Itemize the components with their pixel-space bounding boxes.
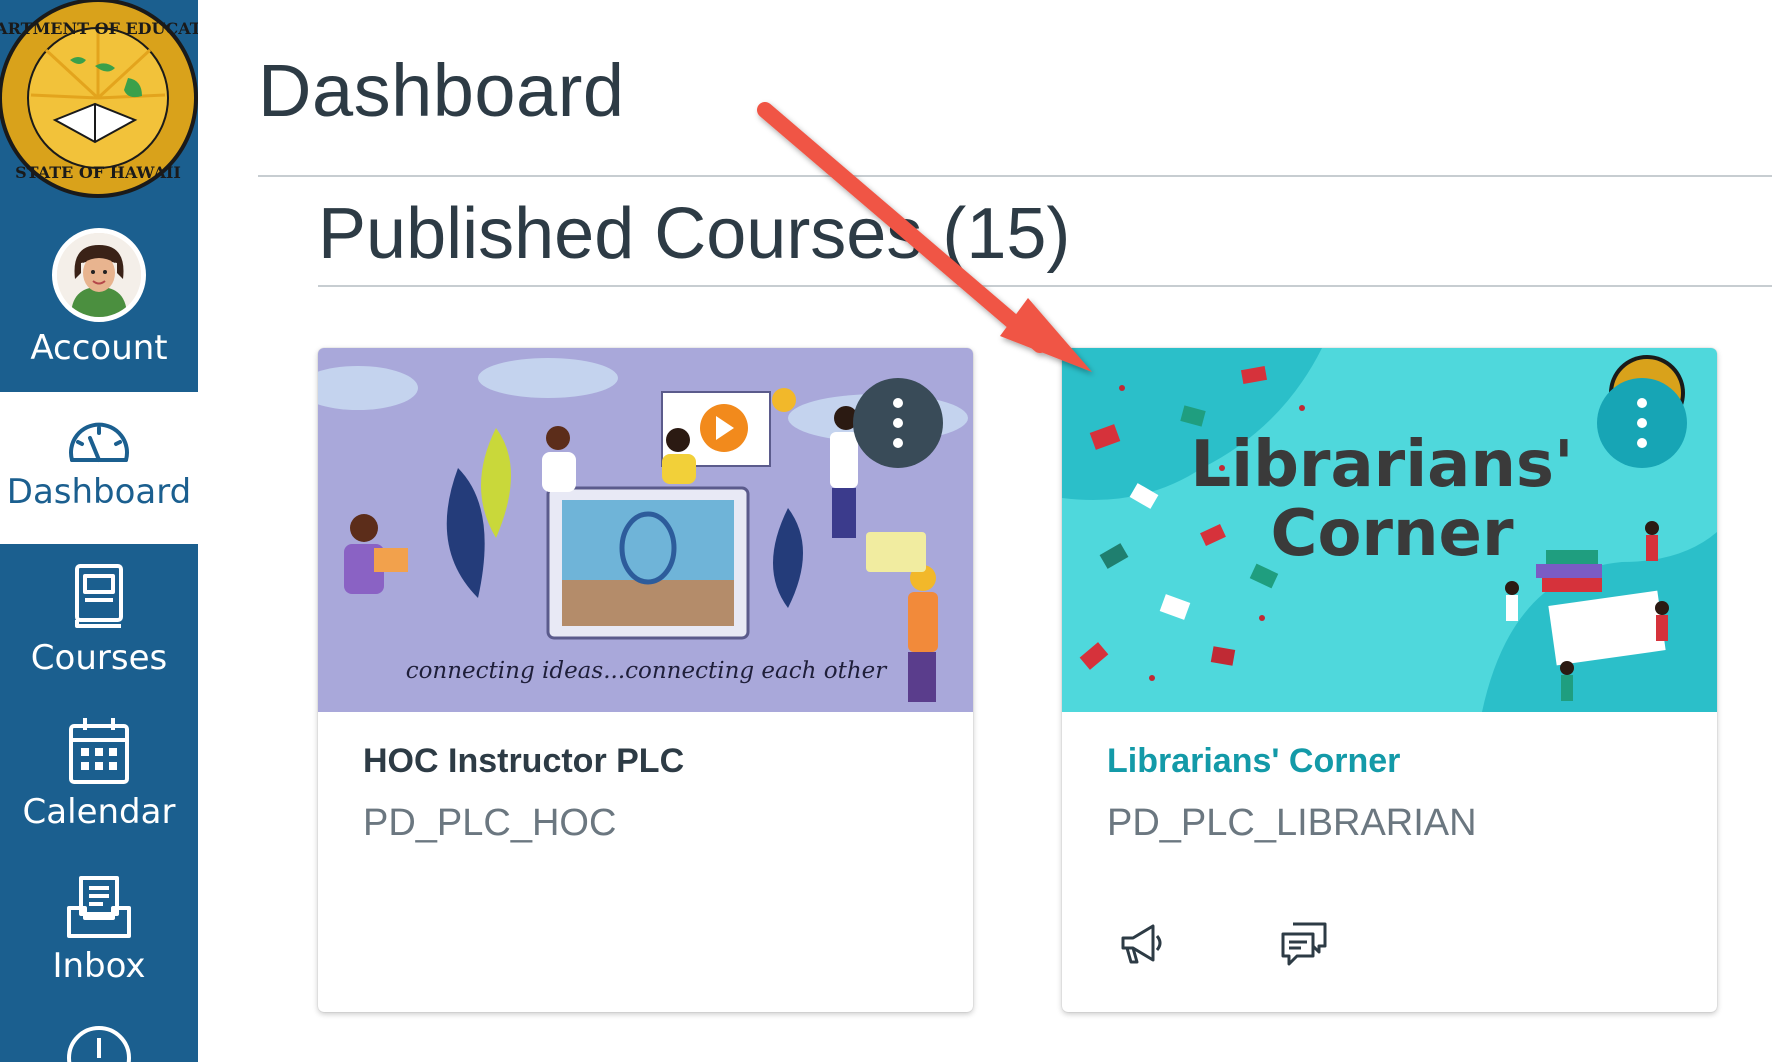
course-name[interactable]: Librarians' Corner (1107, 742, 1400, 781)
discussions-icon[interactable] (1279, 918, 1331, 970)
course-card-options-button[interactable] (1597, 378, 1687, 468)
section-divider (318, 285, 1772, 287)
section-title: Published Courses (15) (318, 194, 1071, 274)
nav-item-calendar[interactable]: Calendar (0, 712, 198, 862)
course-card-options-button[interactable] (853, 378, 943, 468)
course-name[interactable]: HOC Instructor PLC (363, 742, 684, 781)
nav-item-account[interactable]: Account (0, 222, 198, 392)
course-card-hoc[interactable]: connecting ideas...connecting each other… (318, 348, 973, 1012)
calendar-icon (67, 716, 131, 786)
page-title: Dashboard (258, 49, 625, 132)
course-card-actions (1117, 918, 1331, 970)
department-of-education-logo[interactable]: DEPARTMENT OF EDUCATION STATE OF HAWAII (0, 0, 198, 210)
course-code: PD_PLC_HOC (363, 802, 617, 844)
speedometer-icon (64, 416, 134, 466)
nav-item-dashboard[interactable]: Dashboard (0, 392, 198, 544)
nav-label-account: Account (30, 328, 168, 368)
book-icon (71, 562, 127, 632)
nav-item-courses[interactable]: Courses (0, 552, 198, 702)
avatar (52, 228, 146, 322)
global-navigation: DEPARTMENT OF EDUCATION STATE OF HAWAII … (0, 0, 198, 1062)
nav-item-inbox[interactable]: Inbox (0, 870, 198, 1020)
seal-text-bottom: STATE OF HAWAII (15, 163, 181, 182)
nav-item-history[interactable] (0, 1024, 198, 1062)
nav-label-courses: Courses (30, 638, 168, 678)
course-code: PD_PLC_LIBRARIAN (1107, 802, 1477, 844)
header-divider (258, 175, 1772, 177)
vertical-dots-icon (1637, 393, 1647, 453)
hero-title-line2: Corner (1270, 497, 1513, 571)
seal-text-top: DEPARTMENT OF EDUCATION (0, 19, 198, 38)
nav-label-dashboard: Dashboard (6, 472, 192, 512)
hero-caption: connecting ideas...connecting each other (406, 658, 889, 684)
course-card-librarians-corner[interactable]: Librarians' Corner Librarians' Corner PD… (1062, 348, 1717, 1012)
nav-label-inbox: Inbox (52, 946, 146, 986)
inbox-icon (65, 874, 133, 940)
announcements-icon[interactable] (1117, 918, 1169, 970)
vertical-dots-icon (893, 393, 903, 453)
nav-label-calendar: Calendar (22, 792, 176, 832)
hero-title-line1: Librarians' (1190, 428, 1573, 502)
clock-icon (64, 1024, 134, 1062)
